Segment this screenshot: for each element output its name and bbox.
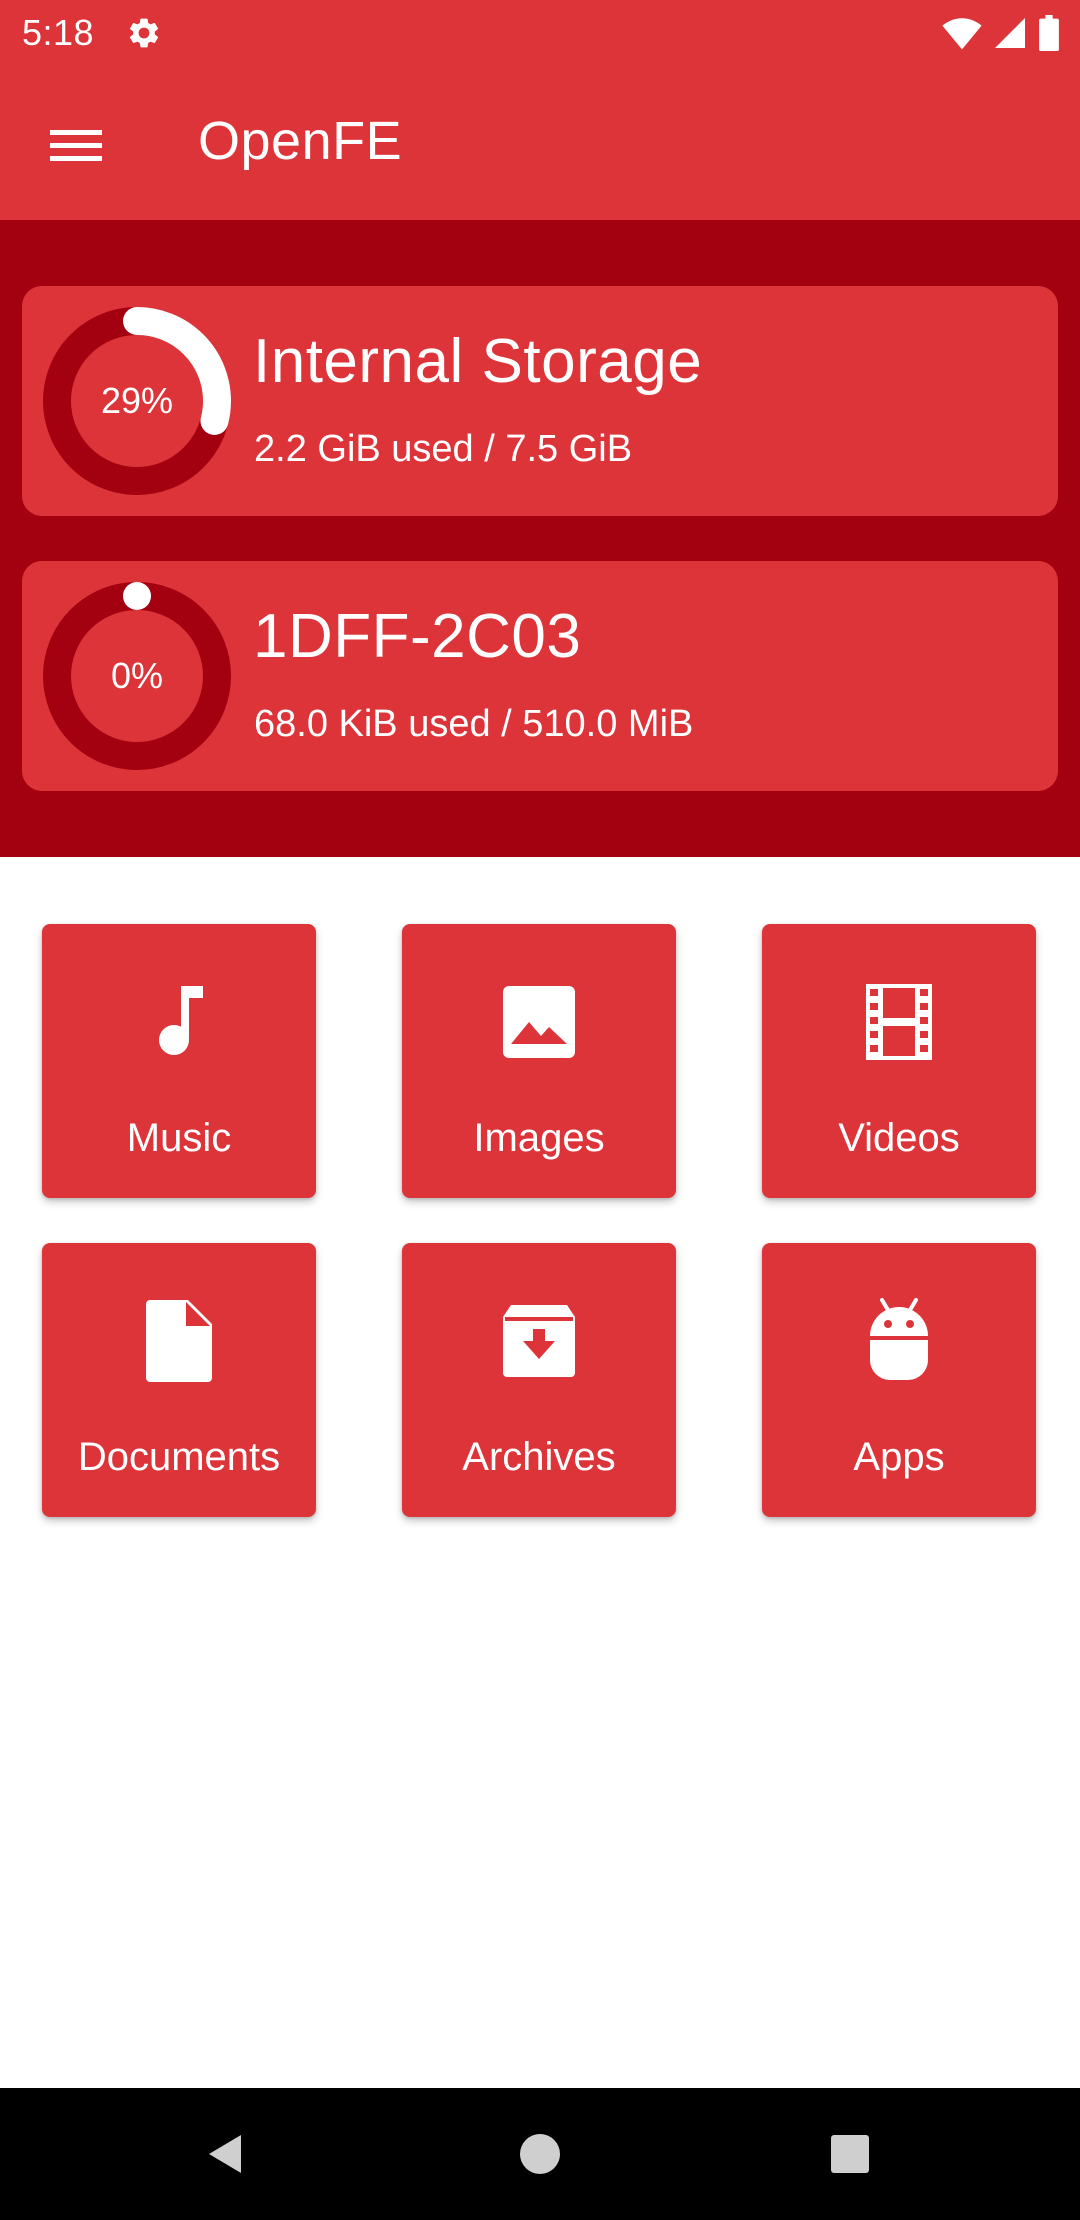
music-note-icon: [129, 972, 229, 1072]
category-label: Archives: [462, 1435, 616, 1479]
storage-panel: 29% Internal Storage 2.2 GiB used / 7.5 …: [0, 220, 1080, 857]
storage-name: 1DFF-2C03: [253, 602, 582, 671]
image-icon: [489, 972, 589, 1072]
category-label: Videos: [838, 1116, 960, 1160]
usage-percent: 29%: [100, 380, 174, 421]
category-videos[interactable]: Videos: [762, 924, 1036, 1198]
app-title: OpenFE: [198, 111, 403, 171]
category-apps[interactable]: Apps: [762, 1243, 1036, 1517]
signal-icon: [992, 15, 1028, 51]
home-screen: 5:18 OpenFE 29% Internal Storage 2.2 GiB…: [0, 0, 1080, 2220]
storage-usage: 68.0 KiB used / 510.0 MiB: [254, 703, 694, 745]
battery-icon: [1038, 15, 1060, 51]
home-icon[interactable]: [500, 2114, 580, 2194]
category-label: Documents: [77, 1435, 281, 1479]
settings-icon: [126, 15, 162, 51]
usage-percent: 0%: [110, 655, 164, 696]
category-images[interactable]: Images: [402, 924, 676, 1198]
document-icon: [129, 1291, 229, 1391]
category-grid: Music Images Videos Documents Archives A…: [0, 924, 1080, 1524]
film-icon: [849, 972, 949, 1072]
storage-usage: 2.2 GiB used / 7.5 GiB: [254, 428, 633, 470]
navigation-bar: [0, 2088, 1080, 2220]
category-label: Images: [473, 1116, 605, 1160]
status-bar: 5:18: [0, 0, 1080, 66]
android-icon: [849, 1291, 949, 1391]
category-documents[interactable]: Documents: [42, 1243, 316, 1517]
category-label: Music: [126, 1116, 232, 1160]
category-label: Apps: [853, 1435, 945, 1479]
recents-icon[interactable]: [810, 2114, 890, 2194]
back-icon[interactable]: [186, 2114, 266, 2194]
status-time: 5:18: [22, 12, 95, 53]
wifi-icon: [942, 15, 982, 51]
storage-card-internal[interactable]: 29% Internal Storage 2.2 GiB used / 7.5 …: [22, 286, 1058, 516]
category-music[interactable]: Music: [42, 924, 316, 1198]
storage-card-sd[interactable]: 0% 1DFF-2C03 68.0 KiB used / 510.0 MiB: [22, 561, 1058, 791]
storage-name: Internal Storage: [253, 327, 703, 396]
archive-icon: [489, 1291, 589, 1391]
hamburger-menu-icon[interactable]: [42, 113, 112, 173]
category-archives[interactable]: Archives: [402, 1243, 676, 1517]
app-bar: OpenFE: [0, 66, 1080, 220]
